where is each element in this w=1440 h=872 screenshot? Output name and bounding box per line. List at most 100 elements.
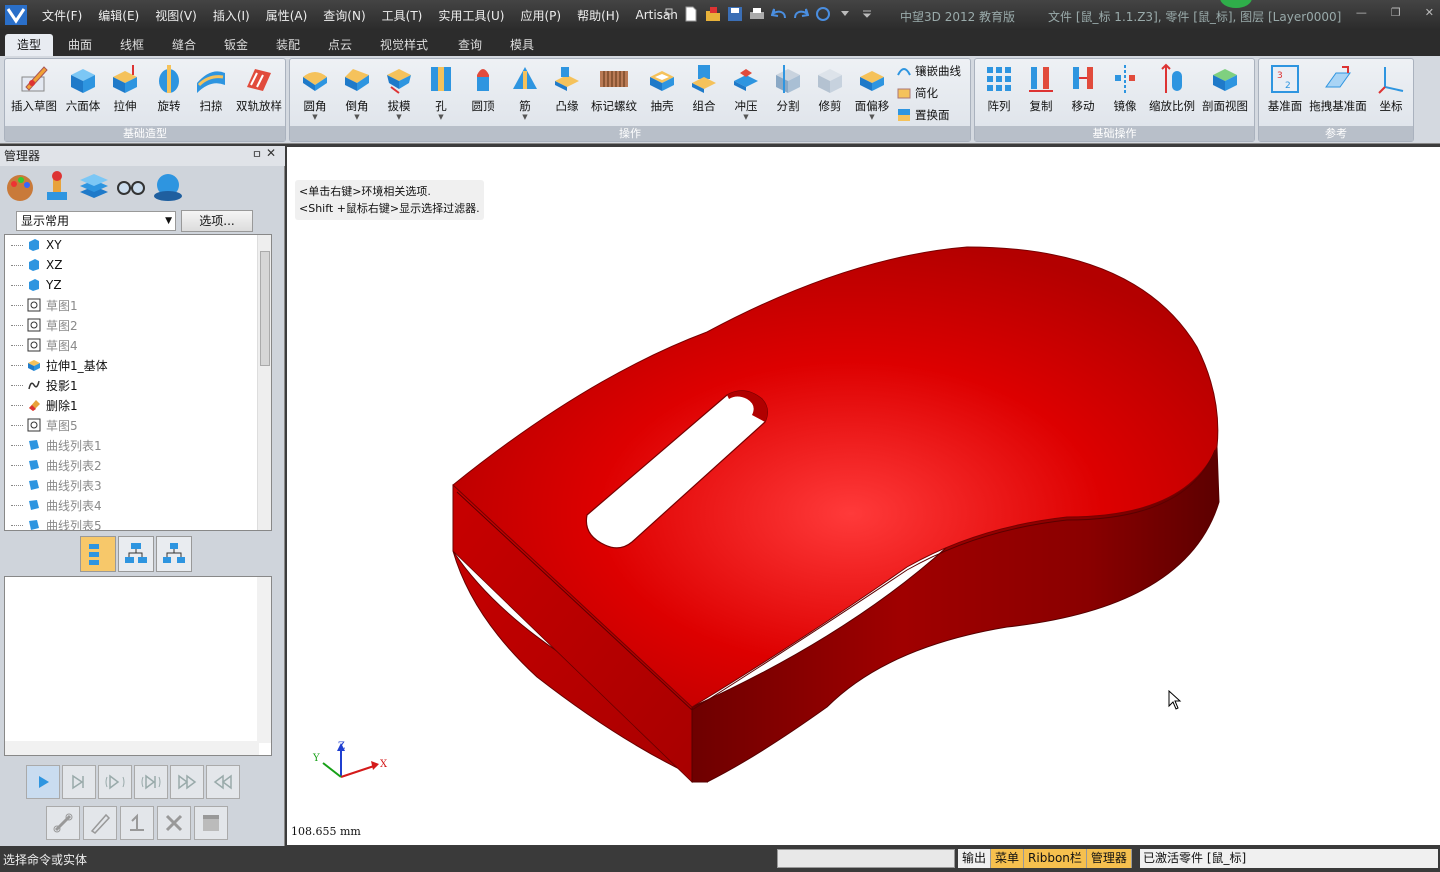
tree-item-xz[interactable]: XZ: [11, 255, 62, 275]
customize-qat-icon[interactable]: [858, 5, 875, 22]
link-icon[interactable]: [46, 806, 80, 840]
thread-mark-button[interactable]: 标记螺纹: [588, 63, 640, 114]
split-button[interactable]: 分割: [766, 63, 810, 114]
view-glasses-icon[interactable]: [115, 170, 147, 204]
flange-button[interactable]: 凸缘: [545, 63, 589, 114]
mirror-button[interactable]: 镜像: [1103, 63, 1147, 114]
tree-item-delete1[interactable]: 删除1: [11, 395, 78, 415]
tree-view-button[interactable]: [118, 536, 154, 572]
qat-dropdown-icon[interactable]: [836, 5, 853, 22]
list-view-button[interactable]: [80, 536, 116, 572]
section-view-button[interactable]: 剖面视图: [1199, 63, 1251, 114]
status-input-field[interactable]: [777, 849, 955, 868]
chamfer-button[interactable]: 倒角 ▼: [335, 63, 379, 121]
palette-icon[interactable]: [4, 170, 36, 204]
face-offset-button[interactable]: 面偏移 ▼: [850, 63, 894, 121]
pin-panel-icon[interactable]: ㅁ: [252, 146, 262, 162]
globe-icon[interactable]: [152, 170, 184, 204]
tree-item-project1[interactable]: 投影1: [11, 375, 78, 395]
play-icon[interactable]: [26, 765, 60, 799]
replace-face-button[interactable]: 置换面: [896, 107, 950, 123]
step-over-icon[interactable]: [134, 765, 168, 799]
pin-icon[interactable]: [660, 5, 677, 22]
rib-button[interactable]: 筋 ▼: [503, 63, 547, 121]
tree-item-curvelist5[interactable]: 曲线列表5: [11, 515, 102, 530]
tab-point-cloud[interactable]: 点云: [316, 34, 364, 56]
tree-scrollbar[interactable]: [257, 235, 271, 530]
new-file-icon[interactable]: [682, 5, 699, 22]
menu-insert[interactable]: 插入(I): [205, 7, 258, 24]
rollback-icon[interactable]: [120, 806, 154, 840]
tab-sheet-metal[interactable]: 钣金: [212, 34, 260, 56]
trim-button[interactable]: 修剪: [808, 63, 852, 114]
block-button[interactable]: 六面体: [61, 63, 105, 114]
menu-utilities[interactable]: 实用工具(U): [430, 7, 512, 24]
combine-button[interactable]: 组合: [682, 63, 726, 114]
menu-help[interactable]: 帮助(H): [569, 7, 627, 24]
tab-assembly[interactable]: 装配: [264, 34, 312, 56]
restore-icon[interactable]: ❐: [1391, 6, 1401, 19]
history-stamp-icon[interactable]: [41, 170, 73, 204]
minimize-icon[interactable]: —: [1356, 6, 1367, 19]
extrude-button[interactable]: 拉伸: [103, 63, 147, 114]
open-file-icon[interactable]: [704, 5, 721, 22]
tree-item-yz[interactable]: YZ: [11, 275, 62, 295]
menu-apps[interactable]: 应用(P): [513, 7, 570, 24]
tree-item-extrude1[interactable]: 拉伸1_基体: [11, 355, 108, 375]
tab-visual-style[interactable]: 视觉样式: [368, 34, 440, 56]
copy-button[interactable]: 复制: [1019, 63, 1063, 114]
graphics-viewport[interactable]: <单击右键>环境相关选项. <Shift +鼠标右键>显示选择过滤器. Z X …: [287, 147, 1440, 845]
tab-stitch[interactable]: 缝合: [160, 34, 208, 56]
tab-modeling[interactable]: 造型: [5, 34, 54, 56]
status-tab-manager[interactable]: 管理器: [1086, 849, 1132, 868]
hole-button[interactable]: 孔 ▼: [419, 63, 463, 121]
scale-button[interactable]: 缩放比例: [1147, 63, 1197, 114]
revolve-button[interactable]: 旋转: [147, 63, 191, 114]
rewind-icon[interactable]: [206, 765, 240, 799]
step-into-icon[interactable]: [98, 765, 132, 799]
sweep-button[interactable]: 扫掠: [189, 63, 233, 114]
save-icon[interactable]: [726, 5, 743, 22]
tree-item-sketch5[interactable]: 草图5: [11, 415, 78, 435]
tab-inquire[interactable]: 查询: [446, 34, 494, 56]
menu-tools[interactable]: 工具(T): [374, 7, 431, 24]
datum-plane-button[interactable]: 32 基准面: [1263, 63, 1307, 114]
shell-button[interactable]: 抽壳: [640, 63, 684, 114]
close-panel-icon[interactable]: ✕: [266, 146, 276, 160]
step-forward-icon[interactable]: [62, 765, 96, 799]
mouse-model[interactable]: [287, 147, 1440, 845]
tree-item-sketch2[interactable]: 草图2: [11, 315, 78, 335]
close-icon[interactable]: ✕: [1425, 6, 1434, 19]
tree-item-curvelist3[interactable]: 曲线列表3: [11, 475, 102, 495]
menu-file[interactable]: 文件(F): [34, 7, 90, 24]
embed-curve-button[interactable]: 镶嵌曲线: [896, 63, 961, 79]
suppress-icon[interactable]: [194, 806, 228, 840]
layers-icon[interactable]: [78, 170, 110, 204]
tree-scroll-thumb[interactable]: [260, 251, 270, 366]
move-button[interactable]: 移动: [1061, 63, 1105, 114]
regen-icon[interactable]: [814, 5, 831, 22]
tree-item-curvelist1[interactable]: 曲线列表1: [11, 435, 102, 455]
dome-button[interactable]: 圆顶: [461, 63, 505, 114]
app-logo-icon[interactable]: [2, 1, 30, 29]
property-horizontal-scrollbar[interactable]: [5, 741, 259, 755]
tree-item-curvelist4[interactable]: 曲线列表4: [11, 495, 102, 515]
options-button[interactable]: 选项...: [181, 210, 253, 232]
filter-dropdown[interactable]: 显示常用 ▼: [16, 211, 176, 231]
tree-item-sketch4[interactable]: 草图4: [11, 335, 78, 355]
edit-pencil-icon[interactable]: [83, 806, 117, 840]
dual-rail-loft-button[interactable]: 双轨放样: [233, 63, 285, 114]
property-vertical-scrollbar[interactable]: [257, 577, 271, 743]
simplify-button[interactable]: 简化: [896, 85, 938, 101]
status-tab-ribbon[interactable]: Ribbon栏: [1024, 849, 1087, 868]
tab-surface[interactable]: 曲面: [56, 34, 104, 56]
tree-item-curvelist2[interactable]: 曲线列表2: [11, 455, 102, 475]
status-tab-menu[interactable]: 菜单: [991, 849, 1025, 868]
pattern-button[interactable]: 阵列: [977, 63, 1021, 114]
fillet-button[interactable]: 圆角 ▼: [293, 63, 337, 121]
coordinate-button[interactable]: 坐标: [1369, 63, 1413, 114]
tab-mold[interactable]: 模具: [498, 34, 546, 56]
assembly-view-button[interactable]: [156, 536, 192, 572]
drag-datum-plane-button[interactable]: 拖拽基准面: [1309, 63, 1367, 114]
tab-wireframe[interactable]: 线框: [108, 34, 156, 56]
